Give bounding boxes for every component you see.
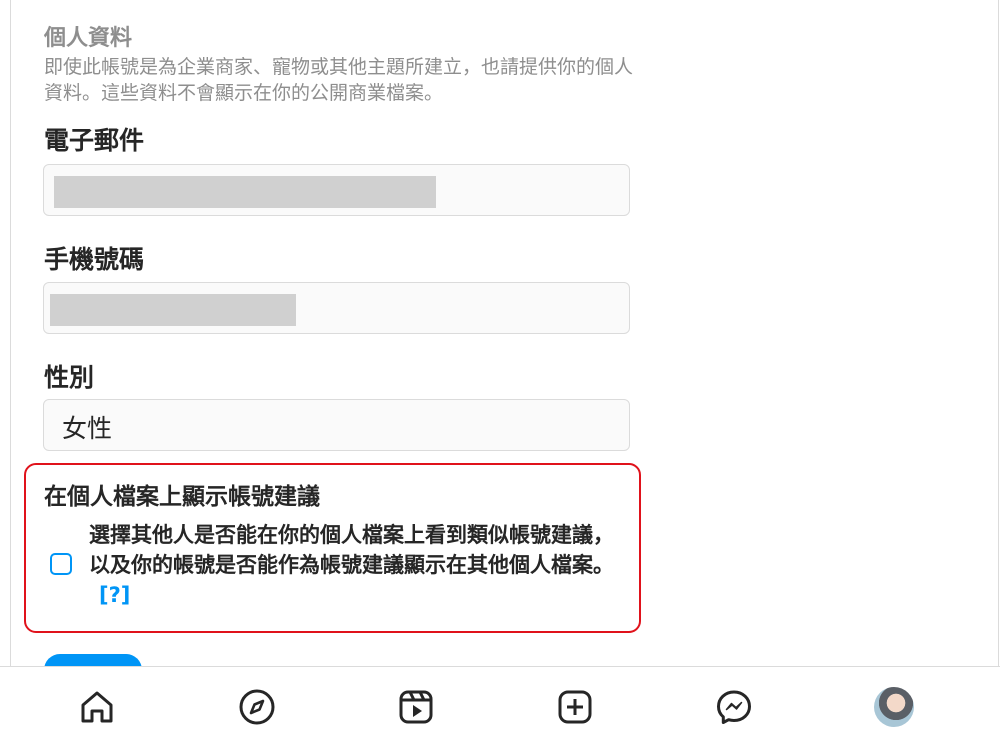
nav-new-post[interactable] bbox=[555, 687, 595, 727]
email-label: 電子郵件 bbox=[44, 126, 145, 155]
phone-field[interactable] bbox=[43, 282, 630, 334]
bottom-navigation bbox=[0, 666, 1000, 744]
email-field[interactable] bbox=[43, 164, 630, 216]
help-link[interactable]: [?] bbox=[99, 583, 130, 607]
gender-value: 女性 bbox=[62, 414, 113, 443]
nav-reels[interactable] bbox=[396, 687, 436, 727]
reels-icon bbox=[399, 690, 433, 724]
avatar bbox=[874, 687, 914, 727]
gender-label: 性別 bbox=[44, 363, 95, 392]
account-suggestions-text: 選擇其他人是否能在你的個人檔案上看到類似帳號建議，以及你的帳號是否能作為帳號建議… bbox=[89, 523, 614, 577]
email-redaction bbox=[54, 176, 436, 208]
account-suggestions-description: 選擇其他人是否能在你的個人檔案上看到類似帳號建議，以及你的帳號是否能作為帳號建議… bbox=[89, 520, 624, 610]
nav-explore[interactable] bbox=[237, 687, 277, 727]
new-post-icon bbox=[558, 690, 592, 724]
phone-label: 手機號碼 bbox=[44, 245, 145, 274]
account-suggestions-checkbox[interactable] bbox=[50, 553, 72, 575]
nav-messenger[interactable] bbox=[714, 687, 754, 727]
explore-icon bbox=[239, 689, 275, 725]
account-suggestions-heading: 在個人檔案上顯示帳號建議 bbox=[44, 484, 320, 510]
gender-field[interactable]: 女性 bbox=[43, 399, 630, 451]
phone-redaction bbox=[50, 294, 296, 326]
nav-home[interactable] bbox=[77, 687, 117, 727]
account-suggestions-section: 在個人檔案上顯示帳號建議 選擇其他人是否能在你的個人檔案上看到類似帳號建議，以及… bbox=[24, 463, 641, 633]
personal-info-description: 即使此帳號是為企業商家、寵物或其他主題所建立，也請提供你的個人資料。這些資料不會… bbox=[44, 56, 634, 104]
home-icon bbox=[81, 691, 113, 723]
personal-info-title: 個人資料 bbox=[44, 26, 133, 51]
messenger-icon bbox=[717, 690, 751, 724]
nav-profile[interactable] bbox=[874, 687, 914, 727]
